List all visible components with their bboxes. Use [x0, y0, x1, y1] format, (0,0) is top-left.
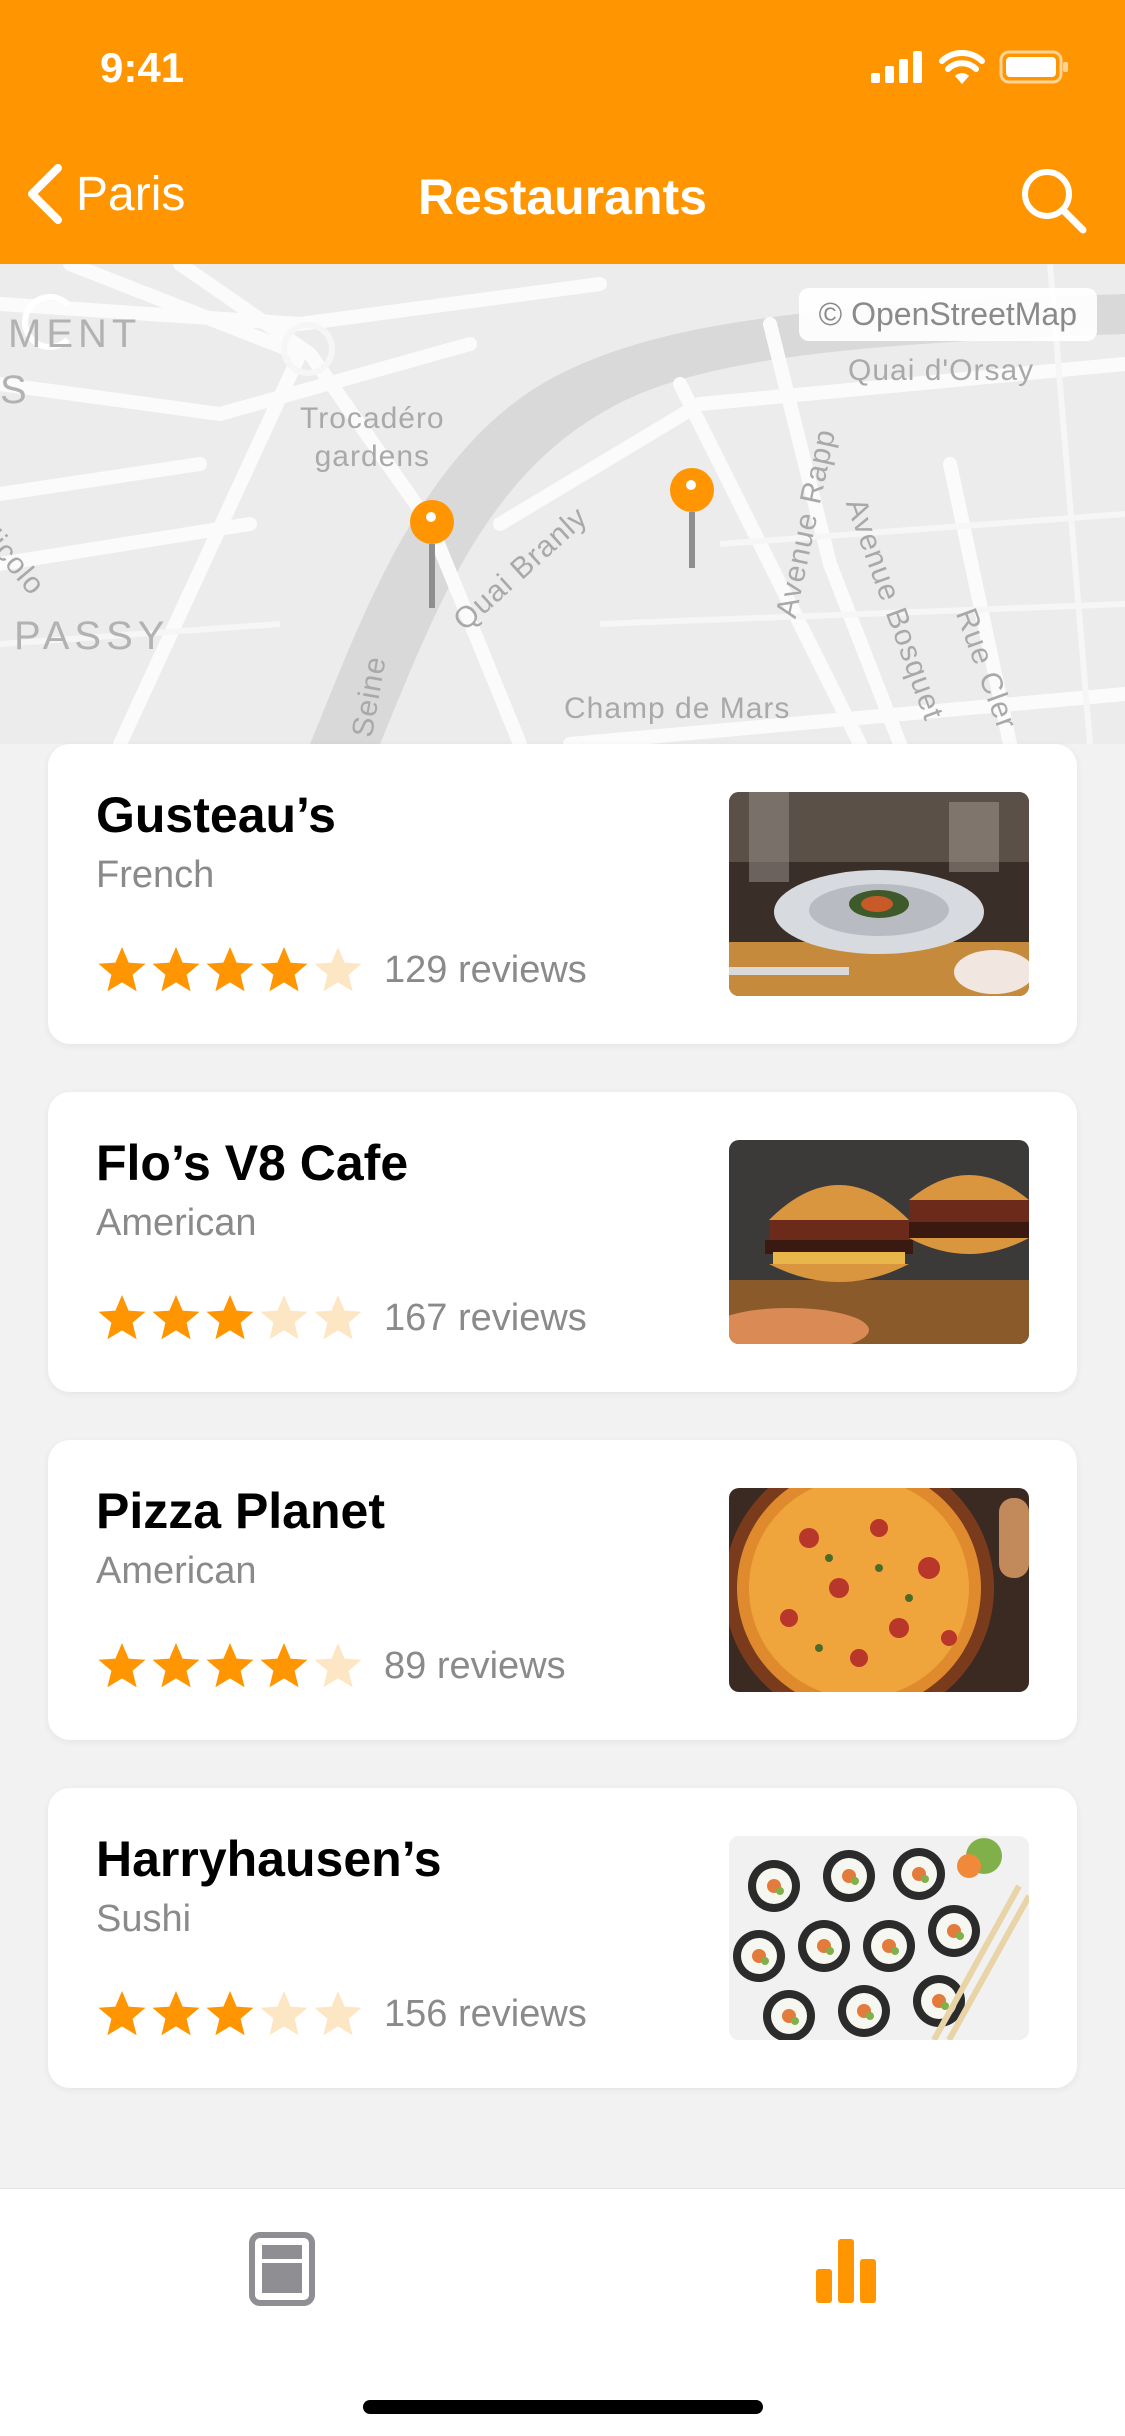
- stars: [96, 1292, 366, 1344]
- tab-bar: [0, 2188, 1125, 2436]
- status-icons: [871, 50, 1069, 84]
- review-count: 167 reviews: [384, 1296, 587, 1339]
- star-filled-icon: [260, 1643, 308, 1688]
- star-filled-icon: [98, 1295, 146, 1340]
- restaurant-card[interactable]: Harryhausen’s Sushi 156 reviews: [48, 1788, 1077, 2088]
- restaurant-card[interactable]: Pizza Planet American 89 reviews: [48, 1440, 1077, 1740]
- restaurant-cuisine: American: [96, 1202, 257, 1244]
- map-pin[interactable]: [670, 468, 714, 568]
- status-time: 9:41: [100, 44, 185, 91]
- review-count: 89 reviews: [384, 1644, 566, 1687]
- restaurant-list: Gusteau’s French 129 reviews Flo’s V8 Ca…: [48, 744, 1077, 2136]
- restaurant-photo-sushi: [729, 1836, 1029, 2040]
- cellular-signal-icon: [871, 51, 922, 83]
- bar-chart-icon[interactable]: [806, 2229, 886, 2309]
- map-pin-stick: [689, 512, 695, 568]
- star-filled-icon: [98, 1643, 146, 1688]
- star-filled-icon: [152, 1991, 200, 2036]
- map-label-s: S: [0, 368, 32, 412]
- restaurant-name: Pizza Planet: [96, 1483, 385, 1539]
- star-filled-icon: [152, 1295, 200, 1340]
- page-title: Restaurants: [418, 169, 707, 225]
- restaurant-card[interactable]: Gusteau’s French 129 reviews: [48, 744, 1077, 1044]
- restaurant-photo-plated-dish: [729, 792, 1029, 996]
- restaurant-name: Harryhausen’s: [96, 1831, 442, 1887]
- star-filled-icon: [152, 947, 200, 992]
- restaurant-name: Flo’s V8 Cafe: [96, 1135, 409, 1191]
- star-rating: 89 reviews: [96, 1640, 566, 1692]
- restaurant-card[interactable]: Flo’s V8 Cafe American 167 reviews: [48, 1092, 1077, 1392]
- restaurant-cuisine: Sushi: [96, 1898, 192, 1940]
- star-empty-icon: [314, 1643, 362, 1688]
- star-empty-icon: [260, 1295, 308, 1340]
- stars: [96, 1640, 366, 1692]
- star-filled-icon: [152, 1643, 200, 1688]
- review-count: 156 reviews: [384, 1992, 587, 2035]
- restaurant-photo-pizza: [729, 1488, 1029, 1692]
- map-pin-head: [670, 468, 714, 512]
- star-filled-icon: [98, 1991, 146, 2036]
- star-rating: 167 reviews: [96, 1292, 587, 1344]
- restaurant-photo-burgers: [729, 1140, 1029, 1344]
- map-view[interactable]: MENT S Trocadéro gardens Nicolo PASSY Qu…: [0, 264, 1125, 744]
- map-label-passy: PASSY: [14, 614, 170, 658]
- star-filled-icon: [206, 1991, 254, 2036]
- star-empty-icon: [260, 1991, 308, 2036]
- map-pin-stick: [429, 544, 435, 608]
- map-label-ment: MENT: [8, 312, 142, 356]
- map-pin[interactable]: [410, 500, 454, 608]
- map-label-quai-dorsay: Quai d'Orsay: [848, 354, 1035, 387]
- star-rating: 156 reviews: [96, 1988, 587, 2040]
- star-empty-icon: [314, 1295, 362, 1340]
- list-icon[interactable]: [242, 2229, 322, 2309]
- search-icon[interactable]: [1017, 164, 1089, 236]
- review-count: 129 reviews: [384, 948, 587, 991]
- restaurant-cuisine: American: [96, 1550, 257, 1592]
- map-label-champ-de-mars: Champ de Mars: [564, 692, 791, 725]
- star-filled-icon: [260, 947, 308, 992]
- map-attribution[interactable]: © OpenStreetMap: [798, 288, 1097, 341]
- star-rating: 129 reviews: [96, 944, 587, 996]
- navigation-header: 9:41 Paris Restaurants: [0, 0, 1125, 264]
- map-pin-head: [410, 500, 454, 544]
- home-indicator: [363, 2400, 763, 2414]
- restaurant-cuisine: French: [96, 854, 215, 896]
- stars: [96, 1988, 366, 2040]
- star-filled-icon: [98, 947, 146, 992]
- star-filled-icon: [206, 1295, 254, 1340]
- wifi-icon: [939, 50, 985, 84]
- stars: [96, 944, 366, 996]
- star-filled-icon: [206, 947, 254, 992]
- star-empty-icon: [314, 947, 362, 992]
- restaurant-name: Gusteau’s: [96, 787, 336, 843]
- map-label-trocadero: Trocadéro gardens: [300, 402, 445, 473]
- battery-icon: [999, 50, 1068, 84]
- star-filled-icon: [206, 1643, 254, 1688]
- star-empty-icon: [314, 1991, 362, 2036]
